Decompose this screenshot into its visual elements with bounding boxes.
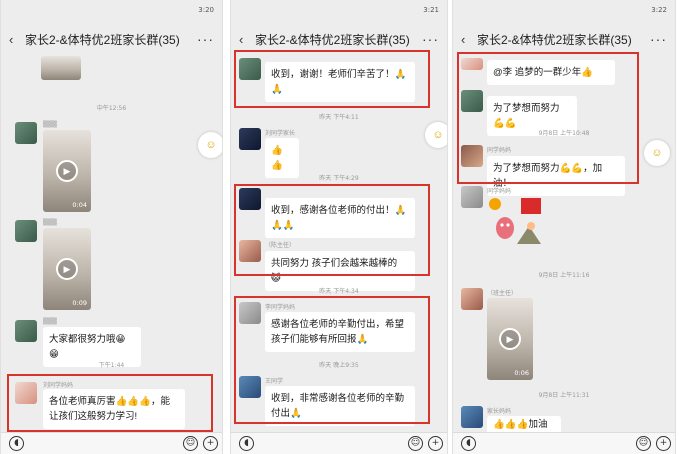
chat-message[interactable]: 收到，感谢各位老师的付出！🙏🙏🙏 — [265, 198, 415, 238]
sender-name: ▒▒▒ — [43, 219, 57, 226]
sender-name: ▒▒▒ — [43, 318, 57, 325]
avatar[interactable] — [461, 406, 483, 428]
chat-message[interactable]: 收到，非常感谢各位老师的辛勤付出🙏 — [265, 386, 415, 426]
plus-icon[interactable]: + — [428, 436, 443, 451]
sender-name: 家长妈妈 — [487, 408, 512, 415]
timestamp: 9月8日 上午11:16 — [538, 272, 590, 279]
sender-name: 刘同学妈妈 — [43, 382, 74, 389]
back-icon[interactable]: ‹ — [9, 32, 25, 47]
video-message[interactable]: ▶ 0:06 — [487, 298, 533, 380]
timestamp: 9月8日 上午10:48 — [538, 130, 590, 137]
timestamp: 中午12:56 — [96, 105, 127, 112]
sender-name: 同学妈妈 — [487, 188, 512, 195]
input-bar: ◖ ☺ + — [453, 432, 675, 454]
avatar[interactable] — [239, 128, 261, 150]
sender-name: （陈主任） — [265, 242, 296, 249]
avatar[interactable] — [461, 145, 483, 167]
timestamp: 昨天 下午4:29 — [319, 175, 359, 182]
video-duration: 0:04 — [72, 201, 87, 209]
voice-icon[interactable]: ◖ — [239, 436, 254, 451]
chat-screen-3: 3:22 ‹ 家长2-&体特优2班家长群(35) ··· @李 追梦的一群少年👍… — [452, 0, 676, 454]
sender-name: ▒▒▒ — [43, 121, 57, 128]
timestamp: 昨天 下午4:34 — [319, 288, 359, 295]
sender-name: 刘同学家长 — [265, 130, 296, 137]
chat-screen-2: 3:21 ‹ 家长2-&体特优2班家长群(35) ··· 收到，谢谢！老师们辛苦… — [230, 0, 448, 454]
group-title: 家长2-&体特优2班家长群(35) — [255, 32, 410, 47]
emoji-icon[interactable]: ☺ — [183, 436, 198, 451]
back-icon[interactable]: ‹ — [461, 32, 477, 47]
back-icon[interactable]: ‹ — [239, 32, 255, 47]
input-bar: ◖ ☺ + — [231, 432, 447, 454]
cartoon-sticker-icon — [489, 198, 541, 244]
status-bar: 3:22 — [453, 0, 675, 22]
chat-title-bar: ‹ 家长2-&体特优2班家长群(35) ··· — [1, 22, 222, 56]
image-message[interactable] — [41, 56, 81, 80]
status-time: 3:20 — [198, 6, 214, 14]
floating-helper-icon[interactable]: ☺ — [198, 132, 222, 158]
more-icon[interactable]: ··· — [197, 31, 214, 47]
video-duration: 0:06 — [514, 369, 529, 377]
avatar[interactable] — [239, 376, 261, 398]
plus-icon[interactable]: + — [203, 436, 218, 451]
chat-message[interactable]: 收到，谢谢！老师们辛苦了！🙏🙏 — [265, 62, 415, 102]
sender-name: 王同学 — [265, 378, 284, 385]
sender-name: （班主任） — [487, 290, 518, 297]
avatar[interactable] — [239, 58, 261, 80]
avatar[interactable] — [461, 186, 483, 208]
avatar[interactable] — [15, 382, 37, 404]
voice-icon[interactable]: ◖ — [461, 436, 476, 451]
play-icon: ▶ — [56, 258, 78, 280]
avatar[interactable] — [239, 188, 261, 210]
avatar[interactable] — [15, 122, 37, 144]
avatar[interactable] — [15, 320, 37, 342]
plus-icon[interactable]: + — [656, 436, 671, 451]
video-message[interactable]: ▶ 0:09 — [43, 228, 91, 310]
more-icon[interactable]: ··· — [422, 31, 439, 47]
avatar[interactable] — [461, 90, 483, 112]
chat-message[interactable]: 各位老师真厉害👍👍👍，能让孩们这般努力学习! — [43, 389, 185, 429]
sender-name: 同学妈妈 — [487, 147, 512, 154]
timestamp: 9月8日 上午11:31 — [538, 392, 590, 399]
avatar[interactable] — [461, 58, 483, 70]
emoji-icon[interactable]: ☺ — [636, 436, 651, 451]
status-bar: 3:20 — [1, 0, 222, 22]
chat-message[interactable]: 共同努力 孩子们会越来越棒的 😺 — [265, 251, 415, 291]
play-icon: ▶ — [56, 160, 78, 182]
sticker-image[interactable] — [487, 196, 543, 246]
emoji-icon[interactable]: ☺ — [408, 436, 423, 451]
avatar[interactable] — [239, 302, 261, 324]
avatar[interactable] — [239, 240, 261, 262]
timestamp: 昨天 晚上9:35 — [319, 362, 359, 369]
status-time: 3:21 — [423, 6, 439, 14]
chat-screen-1: 3:20 ‹ 家长2-&体特优2班家长群(35) ··· 中午12:56 ▒▒▒… — [0, 0, 223, 454]
play-icon: ▶ — [499, 328, 521, 350]
input-bar: ◖ ☺ + — [1, 432, 222, 454]
avatar[interactable] — [15, 220, 37, 242]
chat-title-bar: ‹ 家长2-&体特优2班家长群(35) ··· — [231, 22, 447, 56]
group-title: 家长2-&体特优2班家长群(35) — [477, 32, 632, 47]
status-bar: 3:21 — [231, 0, 447, 22]
more-icon[interactable]: ··· — [650, 31, 667, 47]
chat-message[interactable]: @李 追梦的一群少年👍 — [487, 60, 615, 85]
group-title: 家长2-&体特优2班家长群(35) — [25, 32, 180, 47]
status-time: 3:22 — [651, 6, 667, 14]
sender-name: 李同学妈妈 — [265, 304, 296, 311]
chat-message[interactable]: 👍👍 — [265, 138, 299, 178]
floating-helper-icon[interactable]: ☺ — [644, 140, 670, 166]
chat-title-bar: ‹ 家长2-&体特优2班家长群(35) ··· — [453, 22, 675, 56]
voice-icon[interactable]: ◖ — [9, 436, 24, 451]
timestamp: 昨天 下午4:11 — [319, 114, 359, 121]
timestamp: 下午1:44 — [98, 362, 125, 369]
floating-helper-icon[interactable]: ☺ — [425, 122, 447, 148]
video-message[interactable]: ▶ 0:04 — [43, 130, 91, 212]
avatar[interactable] — [461, 288, 483, 310]
video-duration: 0:09 — [72, 299, 87, 307]
chat-message[interactable]: 感谢各位老师的辛勤付出，希望孩子们能够有所回报🙏 — [265, 312, 415, 352]
